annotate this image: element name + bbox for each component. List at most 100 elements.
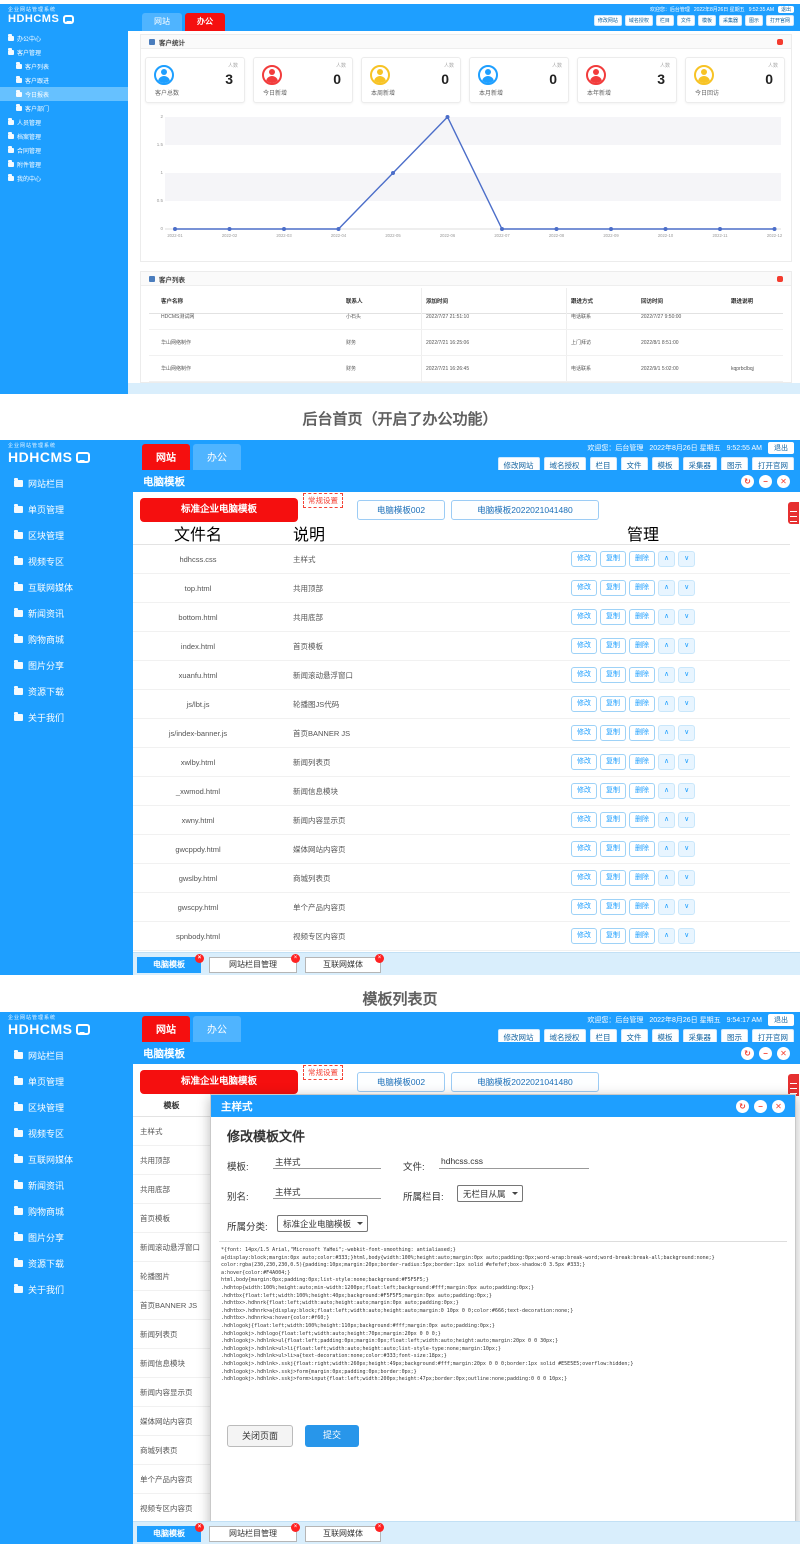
- copy-button[interactable]: 复制: [600, 812, 626, 828]
- copy-button[interactable]: 复制: [600, 696, 626, 712]
- template-tab[interactable]: 电脑模板2022021041480: [451, 500, 599, 520]
- move-up-button[interactable]: ∧: [658, 812, 675, 828]
- primary-template-button[interactable]: 标准企业电脑模板: [140, 498, 298, 522]
- refresh-icon[interactable]: ↻: [741, 1047, 754, 1060]
- sidebar-item[interactable]: 关于我们: [0, 704, 133, 730]
- move-down-button[interactable]: ∨: [678, 841, 695, 857]
- side-panel-handle-icon[interactable]: [788, 1074, 799, 1096]
- sidebar-item[interactable]: 附件管理: [0, 157, 128, 171]
- move-up-button[interactable]: ∧: [658, 696, 675, 712]
- template-tab[interactable]: 电脑模板2022021041480: [451, 1072, 599, 1092]
- close-tab-icon[interactable]: ×: [195, 1523, 204, 1532]
- toolbar-button[interactable]: 修改网站: [594, 15, 622, 26]
- move-up-button[interactable]: ∧: [658, 841, 675, 857]
- toolbar-button[interactable]: 域名授权: [625, 15, 653, 26]
- delete-button[interactable]: 删除: [629, 812, 655, 828]
- sidebar-item[interactable]: 客户部门: [0, 101, 128, 115]
- move-up-button[interactable]: ∧: [658, 928, 675, 944]
- move-up-button[interactable]: ∧: [658, 638, 675, 654]
- submit-button[interactable]: 提交: [305, 1425, 359, 1447]
- copy-button[interactable]: 复制: [600, 609, 626, 625]
- edit-button[interactable]: 修改: [571, 696, 597, 712]
- customer-row[interactable]: HDCMS测试网小石头2022/7/27 21:51:10电话联系2022/7/…: [149, 304, 783, 330]
- logout-button[interactable]: 退出: [768, 1014, 794, 1026]
- toolbar-button[interactable]: 栏目: [656, 15, 674, 26]
- close-icon[interactable]: ✕: [777, 1047, 790, 1060]
- sidebar-item[interactable]: 我的中心: [0, 171, 128, 185]
- move-down-button[interactable]: ∨: [678, 609, 695, 625]
- delete-button[interactable]: 删除: [629, 754, 655, 770]
- sidebar-item[interactable]: 关于我们: [0, 1276, 133, 1302]
- close-tab-icon[interactable]: ×: [291, 954, 300, 963]
- module-tab-office[interactable]: 办公: [193, 1016, 241, 1042]
- toolbar-button[interactable]: 文件: [677, 15, 695, 26]
- template-tab[interactable]: 电脑模板002: [357, 1072, 445, 1092]
- edit-button[interactable]: 修改: [571, 899, 597, 915]
- move-down-button[interactable]: ∨: [678, 899, 695, 915]
- minimize-icon[interactable]: −: [759, 475, 772, 488]
- toolbar-button[interactable]: 采集器: [719, 15, 742, 26]
- category-select[interactable]: 标准企业电脑模板: [277, 1215, 368, 1232]
- module-tab-office[interactable]: 办公: [193, 444, 241, 470]
- move-up-button[interactable]: ∧: [658, 551, 675, 567]
- close-icon[interactable]: ✕: [772, 1100, 785, 1113]
- delete-button[interactable]: 删除: [629, 783, 655, 799]
- close-page-button[interactable]: 关闭页面: [227, 1425, 293, 1447]
- delete-button[interactable]: 删除: [629, 580, 655, 596]
- sidebar-item[interactable]: 单页管理: [0, 496, 133, 522]
- move-up-button[interactable]: ∧: [658, 899, 675, 915]
- module-tab-website[interactable]: 网站: [142, 1016, 190, 1042]
- logout-button[interactable]: 退出: [778, 6, 794, 13]
- copy-button[interactable]: 复制: [600, 638, 626, 654]
- move-down-button[interactable]: ∨: [678, 667, 695, 683]
- alias-input[interactable]: 主样式: [273, 1184, 381, 1199]
- minimize-icon[interactable]: −: [754, 1100, 767, 1113]
- edit-button[interactable]: 修改: [571, 812, 597, 828]
- sidebar-item[interactable]: 网站栏目: [0, 470, 133, 496]
- edit-button[interactable]: 修改: [571, 609, 597, 625]
- primary-template-button[interactable]: 标准企业电脑模板: [140, 1070, 298, 1094]
- sidebar-item[interactable]: 区块管理: [0, 522, 133, 548]
- refresh-icon[interactable]: ↻: [736, 1100, 749, 1113]
- edit-button[interactable]: 修改: [571, 580, 597, 596]
- sidebar-item[interactable]: 视频专区: [0, 548, 133, 574]
- customer-row[interactable]: 华山网络制作财务2022/7/21 16:25:06上门拜访2022/8/1 8…: [149, 330, 783, 356]
- module-tab-office[interactable]: 办公: [185, 13, 225, 31]
- module-tab-website[interactable]: 网站: [142, 444, 190, 470]
- delete-button[interactable]: 删除: [629, 725, 655, 741]
- move-down-button[interactable]: ∨: [678, 638, 695, 654]
- delete-button[interactable]: 删除: [629, 551, 655, 567]
- delete-button[interactable]: 删除: [629, 870, 655, 886]
- delete-button[interactable]: 删除: [629, 841, 655, 857]
- move-up-button[interactable]: ∧: [658, 725, 675, 741]
- close-tab-icon[interactable]: ×: [375, 1523, 384, 1532]
- sidebar-item[interactable]: 人员管理: [0, 115, 128, 129]
- sidebar-item[interactable]: 办公中心: [0, 31, 128, 45]
- close-tab-icon[interactable]: ×: [375, 954, 384, 963]
- refresh-icon[interactable]: ↻: [741, 475, 754, 488]
- edit-button[interactable]: 修改: [571, 928, 597, 944]
- open-page-tab[interactable]: 电脑模板×: [137, 1526, 201, 1542]
- sidebar-item[interactable]: 图片分享: [0, 652, 133, 678]
- sidebar-item[interactable]: 互联网媒体: [0, 574, 133, 600]
- sidebar-item[interactable]: 资源下载: [0, 1250, 133, 1276]
- edit-button[interactable]: 修改: [571, 841, 597, 857]
- open-page-tab[interactable]: 互联网媒体×: [305, 1526, 381, 1542]
- copy-button[interactable]: 复制: [600, 667, 626, 683]
- close-tab-icon[interactable]: ×: [195, 954, 204, 963]
- move-down-button[interactable]: ∨: [678, 754, 695, 770]
- module-tab-website[interactable]: 网站: [142, 13, 182, 31]
- move-up-button[interactable]: ∧: [658, 870, 675, 886]
- minimize-icon[interactable]: −: [759, 1047, 772, 1060]
- edit-button[interactable]: 修改: [571, 551, 597, 567]
- copy-button[interactable]: 复制: [600, 754, 626, 770]
- copy-button[interactable]: 复制: [600, 580, 626, 596]
- template-code-editor[interactable]: *{font: 14px/1.5 Arial,"Microsoft YaHei"…: [221, 1247, 787, 1417]
- toolbar-button[interactable]: 模板: [698, 15, 716, 26]
- close-tab-icon[interactable]: ×: [291, 1523, 300, 1532]
- edit-button[interactable]: 修改: [571, 667, 597, 683]
- delete-button[interactable]: 删除: [629, 609, 655, 625]
- move-down-button[interactable]: ∨: [678, 725, 695, 741]
- open-page-tab[interactable]: 网站栏目管理×: [209, 1526, 297, 1542]
- sidebar-item[interactable]: 单页管理: [0, 1068, 133, 1094]
